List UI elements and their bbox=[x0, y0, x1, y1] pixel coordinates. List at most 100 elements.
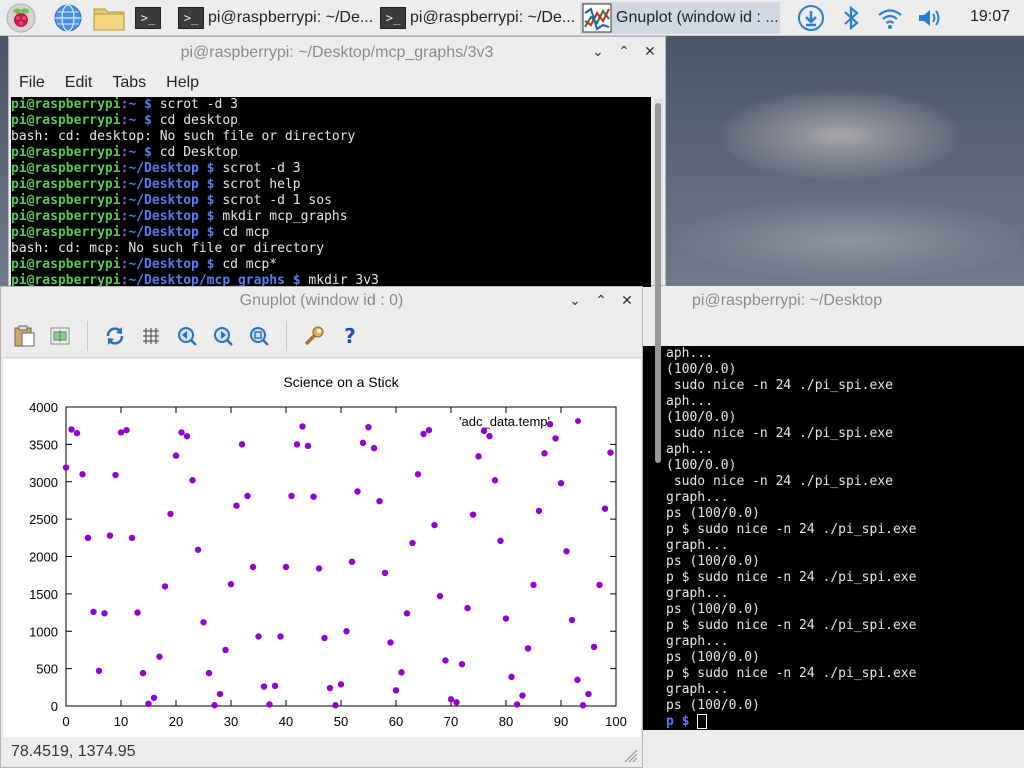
minimize-icon[interactable]: ⌄ bbox=[568, 292, 582, 309]
y-tick-label: 3000 bbox=[29, 475, 58, 490]
grid-icon[interactable] bbox=[138, 323, 164, 349]
terminal-line: (100/0.0) bbox=[666, 362, 737, 377]
data-point bbox=[277, 633, 284, 640]
data-point bbox=[524, 645, 532, 652]
task-gnuplot[interactable]: Gnuplot (window id : ... bbox=[580, 2, 780, 34]
command-text: cd mcp bbox=[222, 225, 270, 240]
prompt-path: :~/Desktop $ bbox=[120, 209, 223, 224]
resize-grip-icon[interactable] bbox=[622, 747, 638, 763]
data-point bbox=[178, 429, 185, 436]
terminal-line: p $ sudo nice -n 24 ./pi_spi.exe bbox=[666, 522, 917, 537]
wifi-icon[interactable] bbox=[876, 4, 904, 32]
data-point bbox=[337, 681, 345, 688]
volume-icon[interactable] bbox=[916, 4, 944, 32]
menu-tabs[interactable]: Tabs bbox=[102, 74, 156, 92]
plot-area[interactable]: Science on a Stick 0 10 20 30 40 50 60 70 80 90 100… bbox=[3, 359, 641, 737]
command-text: scrot -d 3 bbox=[222, 161, 301, 176]
print-icon[interactable] bbox=[47, 323, 73, 349]
menu-file[interactable]: File bbox=[9, 74, 55, 92]
prompt-path: :~ $ bbox=[120, 145, 160, 160]
terminal-line: ps (100/0.0) bbox=[666, 698, 760, 713]
data-point bbox=[585, 690, 592, 698]
maximize-icon[interactable]: ⌃ bbox=[594, 292, 608, 309]
autoscale-icon[interactable] bbox=[246, 323, 272, 349]
plot-frame bbox=[65, 406, 617, 707]
scrollbar[interactable] bbox=[653, 99, 663, 463]
y-tick-label: 4000 bbox=[29, 400, 58, 415]
data-point bbox=[486, 432, 493, 440]
terminal-output[interactable]: pi@raspberrypi :~ $ scrot -d 3 pi@raspberr… bbox=[11, 97, 651, 287]
terminal-line: aph... bbox=[666, 346, 713, 361]
task-terminal-mcp-graphs[interactable]: >_ pi@raspberrypi: ~/De... bbox=[176, 2, 374, 34]
terminal-line[interactable]: p $ bbox=[640, 714, 1024, 730]
terminal-line: graph... bbox=[666, 490, 729, 505]
y-tick-label: 500 bbox=[36, 662, 58, 677]
x-tick-label: 70 bbox=[444, 714, 458, 729]
menu-help[interactable]: Help bbox=[156, 74, 209, 92]
prompt-user: pi@raspberrypi bbox=[11, 257, 121, 272]
raspberry-menu-icon[interactable] bbox=[6, 3, 36, 33]
data-point bbox=[491, 477, 499, 484]
data-point bbox=[508, 673, 515, 681]
toolbar-separator bbox=[286, 321, 287, 351]
terminal-line: (100/0.0) bbox=[666, 458, 737, 473]
data-point bbox=[227, 580, 235, 588]
data-point bbox=[183, 432, 191, 440]
data-point bbox=[519, 692, 526, 699]
prompt-path: :~/Desktop $ bbox=[120, 193, 223, 208]
help-icon[interactable]: ? bbox=[337, 323, 363, 349]
data-point bbox=[255, 633, 262, 640]
menu-edit[interactable]: Edit bbox=[55, 74, 103, 92]
maximize-icon[interactable]: ⌃ bbox=[617, 43, 631, 60]
data-point bbox=[112, 471, 119, 479]
download-icon[interactable] bbox=[797, 4, 825, 32]
terminal-line: bash: cd: desktop: No such file or direc… bbox=[11, 129, 356, 144]
terminal-line: graph... bbox=[666, 634, 729, 649]
data-point bbox=[84, 534, 92, 542]
copy-to-clipboard-icon[interactable] bbox=[11, 323, 37, 349]
task-terminal-desktop[interactable]: >_ pi@raspberrypi: ~/De... bbox=[378, 2, 576, 34]
data-point bbox=[469, 511, 477, 518]
x-tick-label: 30 bbox=[224, 714, 238, 729]
task-label: pi@raspberrypi: ~/De... bbox=[208, 9, 374, 26]
data-point bbox=[134, 609, 141, 616]
data-point bbox=[123, 426, 130, 434]
data-point bbox=[464, 604, 471, 612]
data-point bbox=[95, 667, 103, 675]
data-point bbox=[150, 694, 158, 701]
terminal-launcher-icon[interactable]: >_ bbox=[132, 3, 164, 33]
data-point bbox=[590, 643, 598, 651]
close-icon[interactable]: ✕ bbox=[620, 292, 634, 309]
zoom-next-icon[interactable] bbox=[210, 323, 236, 349]
command-text: mkdir 3v3 bbox=[308, 273, 379, 287]
zoom-previous-icon[interactable] bbox=[174, 323, 200, 349]
replot-icon[interactable] bbox=[102, 323, 128, 349]
data-point bbox=[359, 439, 367, 447]
data-point bbox=[211, 702, 218, 709]
data-point bbox=[425, 426, 433, 434]
web-browser-icon[interactable] bbox=[53, 3, 83, 33]
close-icon[interactable]: ✕ bbox=[643, 43, 657, 60]
command-text: scrot help bbox=[222, 177, 301, 192]
data-point bbox=[601, 505, 609, 512]
bluetooth-icon[interactable] bbox=[837, 4, 865, 32]
terminal-line: p $ sudo nice -n 24 ./pi_spi.exe bbox=[666, 666, 917, 681]
scatter-chart[interactable]: Science on a Stick 0 10 20 30 40 50 60 70 80 90 100… bbox=[3, 359, 641, 737]
configuration-icon[interactable] bbox=[301, 323, 327, 349]
data-point bbox=[282, 563, 290, 571]
minimize-icon[interactable]: ⌄ bbox=[591, 43, 605, 60]
y-tick-label: 2000 bbox=[29, 550, 58, 565]
data-point bbox=[535, 507, 543, 515]
scrollbar-thumb[interactable] bbox=[655, 103, 661, 463]
y-tick-label: 1000 bbox=[29, 624, 58, 639]
file-manager-icon[interactable] bbox=[92, 3, 126, 33]
terminal-line: ps (100/0.0) bbox=[666, 602, 760, 617]
data-point bbox=[502, 615, 510, 622]
prompt-user: pi@raspberrypi bbox=[11, 97, 121, 112]
window-title: pi@raspberrypi: ~/Desktop bbox=[692, 292, 883, 309]
task-label: Gnuplot (window id : ... bbox=[616, 9, 779, 26]
command-text: cd desktop bbox=[159, 113, 238, 128]
data-point bbox=[238, 441, 246, 448]
gnuplot-toolbar: ? bbox=[1, 315, 642, 358]
prompt-user: pi@raspberrypi bbox=[11, 225, 121, 240]
